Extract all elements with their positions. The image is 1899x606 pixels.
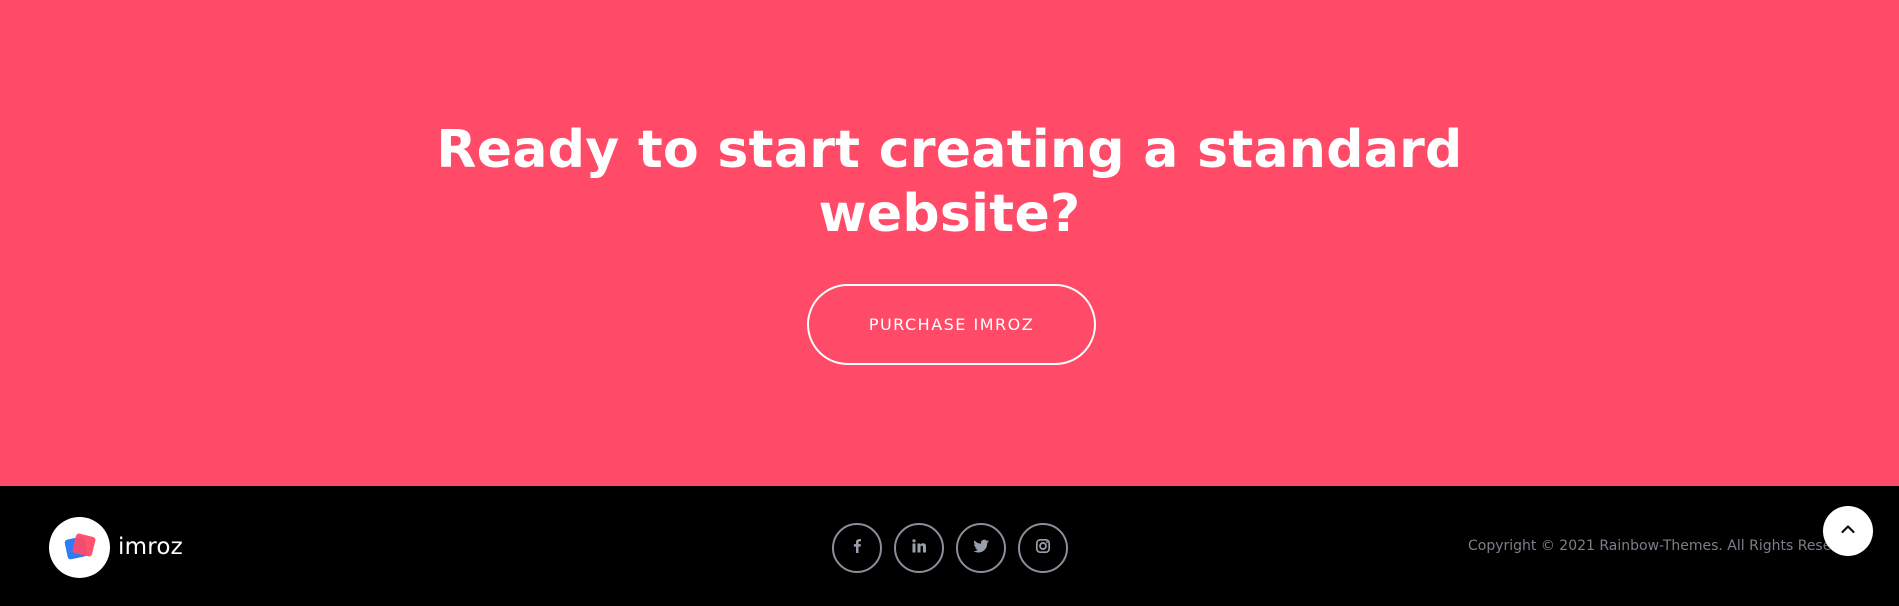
scroll-to-top-button[interactable] [1823,506,1873,556]
facebook-icon [849,538,865,559]
cta-title-line-1: Ready to start creating a standard [436,120,1463,180]
instagram-link[interactable] [1018,523,1068,573]
linkedin-icon [911,538,927,559]
cta-title: Ready to start creating a standard websi… [0,118,1899,246]
cta-title-line-2: website? [818,184,1081,244]
logo-icon [49,516,110,578]
logo[interactable]: imroz [49,516,183,578]
twitter-link[interactable] [956,523,1006,573]
twitter-icon [972,538,990,559]
linkedin-link[interactable] [894,523,944,573]
purchase-button[interactable]: PURCHASE IMROZ [807,284,1096,365]
social-links [832,523,1068,573]
cta-section: Ready to start creating a standard websi… [0,0,1899,486]
instagram-icon [1035,538,1051,559]
chevron-up-icon [1839,520,1857,543]
facebook-link[interactable] [832,523,882,573]
copyright-text: Copyright © 2021 Rainbow-Themes. All Rig… [1468,538,1848,554]
footer: imroz Copyright © 2021 Rainbow-Themes. A… [0,486,1899,606]
logo-text: imroz [118,534,183,560]
